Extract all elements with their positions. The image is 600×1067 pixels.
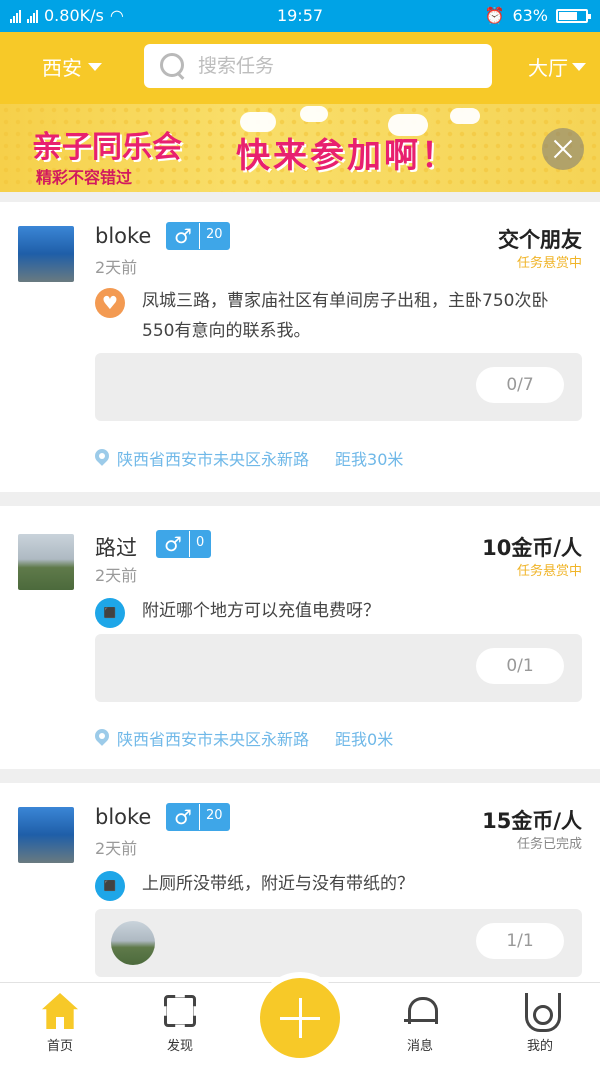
image-thumbnail[interactable] bbox=[111, 921, 155, 965]
reward-status: 任务悬赏中 bbox=[516, 256, 582, 271]
reward-title: 交个朋友 bbox=[498, 228, 582, 252]
distance-text: 距我30米 bbox=[335, 450, 404, 469]
location-text: 陕西省西安市未央区永新路 bbox=[117, 450, 310, 469]
task-description[interactable]: 凤城三路，曹家庙社区有单间房子出租，主卧750次卧550有意向的联系我。 bbox=[142, 286, 580, 346]
user-name[interactable]: bloke bbox=[95, 805, 151, 829]
male-icon: ♂ bbox=[174, 224, 192, 248]
male-icon: ♂ bbox=[164, 532, 182, 556]
reward-title: 10金币/人 bbox=[482, 536, 582, 560]
user-name[interactable]: 路过 bbox=[95, 532, 137, 562]
cloud-decoration bbox=[450, 108, 480, 124]
add-task-button[interactable] bbox=[260, 978, 340, 1058]
task-card[interactable]: bloke ♂ 20 2天前 15金币/人 任务已完成 上厕所没带纸，附近与没有… bbox=[0, 783, 600, 982]
image-counter: 0/1 bbox=[476, 648, 564, 684]
tab-home[interactable]: 首页 bbox=[20, 993, 100, 1054]
charge-icon bbox=[95, 598, 125, 628]
banner-slogan: 快来参加啊！ bbox=[236, 136, 458, 176]
location[interactable]: 陕西省西安市未央区永新路 距我30米 bbox=[95, 446, 403, 470]
banner-logo: 亲子同乐会 bbox=[32, 130, 182, 165]
image-counter: 1/1 bbox=[476, 923, 564, 959]
city-selector[interactable]: 西安 bbox=[42, 52, 102, 81]
close-banner-button[interactable] bbox=[542, 128, 584, 170]
reward-status: 任务已完成 bbox=[516, 837, 582, 852]
user-level: 20 bbox=[199, 223, 229, 249]
tab-mine[interactable]: 我的 bbox=[500, 993, 580, 1054]
status-bar: 0.80K/s ◠ 19:57 ⏰ 63% bbox=[0, 0, 600, 32]
gender-level-badge: ♂ 0 bbox=[156, 530, 212, 558]
image-area[interactable]: 0/7 bbox=[95, 353, 582, 421]
task-card[interactable]: 路过 ♂ 0 2天前 10金币/人 任务悬赏中 附近哪个地方可以充值电费呀？ 0… bbox=[0, 506, 600, 769]
hall-label: 大厅 bbox=[528, 56, 568, 80]
location-pin-icon bbox=[95, 449, 109, 467]
male-icon: ♂ bbox=[174, 805, 192, 829]
reward-title: 15金币/人 bbox=[482, 809, 582, 833]
user-level: 20 bbox=[199, 804, 229, 830]
gender-level-badge: ♂ 20 bbox=[166, 803, 230, 831]
location-text: 陕西省西安市未央区永新路 bbox=[117, 730, 310, 749]
tab-discover[interactable]: 发现 bbox=[140, 993, 220, 1054]
heart-icon bbox=[95, 288, 125, 318]
post-time: 2天前 bbox=[95, 566, 138, 585]
search-icon bbox=[160, 53, 186, 79]
cloud-decoration bbox=[300, 106, 328, 122]
tab-messages[interactable]: 消息 bbox=[380, 993, 460, 1054]
gender-level-badge: ♂ 20 bbox=[166, 222, 230, 250]
profile-icon bbox=[522, 993, 561, 1032]
avatar[interactable] bbox=[18, 807, 74, 863]
avatar[interactable] bbox=[18, 226, 74, 282]
task-description[interactable]: 附近哪个地方可以充值电费呀？ bbox=[142, 596, 580, 626]
task-feed[interactable]: bloke ♂ 20 2天前 交个朋友 任务悬赏中 凤城三路，曹家庙社区有单间房… bbox=[0, 202, 600, 982]
city-label: 西安 bbox=[42, 56, 82, 80]
image-area[interactable]: 1/1 bbox=[95, 909, 582, 977]
home-icon bbox=[42, 993, 78, 1029]
search-box[interactable] bbox=[144, 44, 492, 88]
banner-logo-sub: 精彩不容错过 bbox=[36, 168, 133, 187]
bell-icon bbox=[402, 993, 438, 1029]
post-time: 2天前 bbox=[95, 839, 138, 858]
tab-mine-label: 我的 bbox=[526, 1039, 553, 1054]
app-header: 西安 大厅 bbox=[0, 32, 600, 104]
tab-messages-label: 消息 bbox=[406, 1039, 433, 1054]
post-time: 2天前 bbox=[95, 258, 138, 277]
task-description[interactable]: 上厕所没带纸，附近与没有带纸的？ bbox=[142, 869, 580, 899]
alarm-icon: ⏰ bbox=[484, 6, 505, 25]
image-counter: 0/7 bbox=[476, 367, 564, 403]
user-name[interactable]: bloke bbox=[95, 224, 151, 248]
battery-icon bbox=[556, 8, 591, 23]
battery-percent: 63% bbox=[512, 6, 548, 25]
search-input[interactable] bbox=[198, 55, 478, 77]
tab-home-label: 首页 bbox=[46, 1039, 73, 1054]
distance-text: 距我0米 bbox=[335, 730, 394, 749]
location[interactable]: 陕西省西安市未央区永新路 距我0米 bbox=[95, 726, 393, 750]
reward-status: 任务悬赏中 bbox=[516, 564, 582, 579]
caret-down-icon bbox=[88, 62, 102, 71]
task-card[interactable]: bloke ♂ 20 2天前 交个朋友 任务悬赏中 凤城三路，曹家庙社区有单间房… bbox=[0, 202, 600, 492]
scan-icon bbox=[162, 993, 198, 1029]
hall-selector[interactable]: 大厅 bbox=[528, 52, 586, 81]
image-area[interactable]: 0/1 bbox=[95, 634, 582, 702]
location-pin-icon bbox=[95, 729, 109, 747]
user-level: 0 bbox=[189, 531, 210, 557]
caret-down-icon bbox=[572, 62, 586, 71]
promo-banner[interactable]: 亲子同乐会 精彩不容错过 快来参加啊！ bbox=[0, 104, 600, 192]
avatar[interactable] bbox=[18, 534, 74, 590]
charge-icon bbox=[95, 871, 125, 901]
tab-discover-label: 发现 bbox=[166, 1039, 193, 1054]
